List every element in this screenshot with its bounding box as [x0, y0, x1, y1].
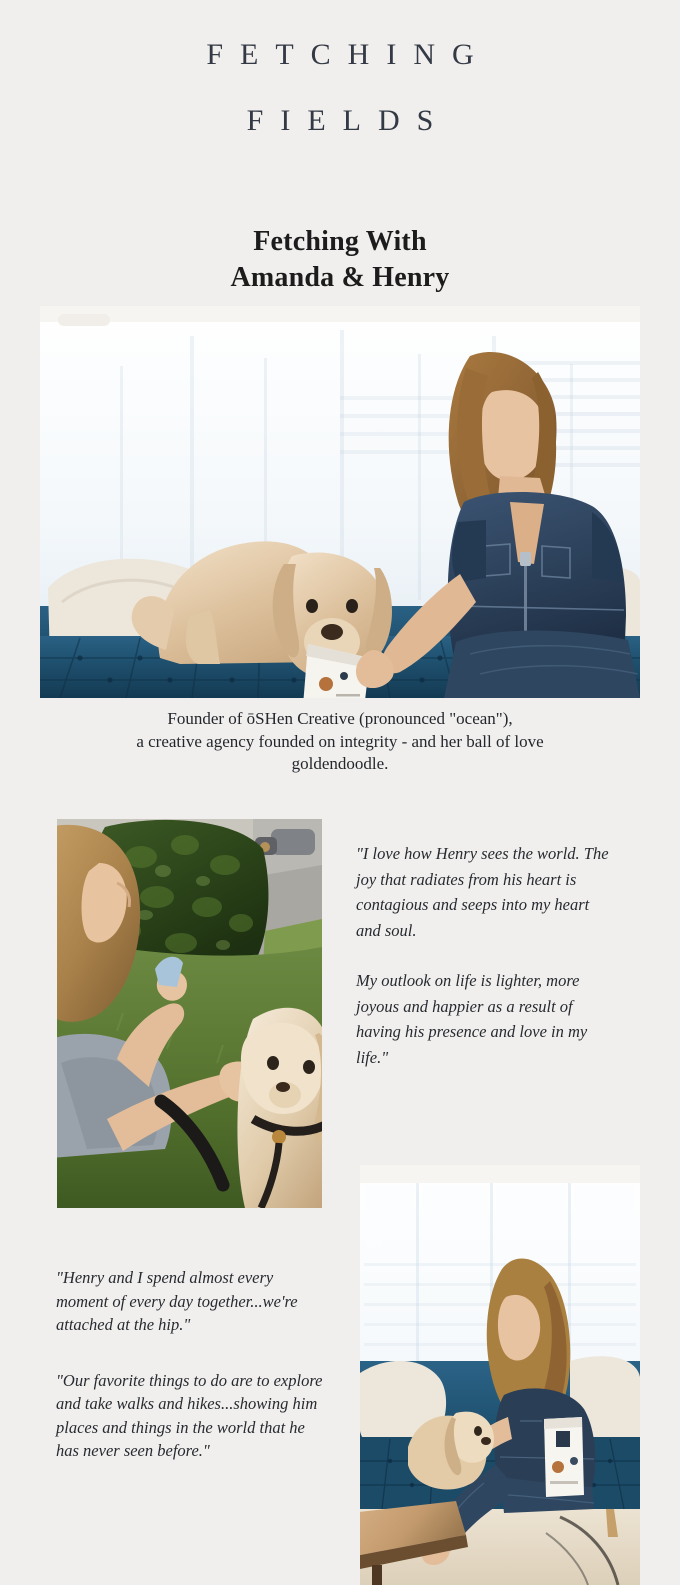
newsletter-page: FETCHING FIELDS Fetching With Amanda & H…	[0, 0, 680, 1585]
page-title: Fetching With Amanda & Henry	[0, 224, 680, 296]
hero-caption-line-1: Founder of ōSHen Creative (pronounced "o…	[167, 709, 513, 728]
page-title-line-1: Fetching With	[253, 225, 427, 257]
treat-bag-shape-livingroom	[544, 1417, 584, 1497]
quote-paragraph: "Our favorite things to do are to explor…	[56, 1370, 323, 1461]
livingroom-photo	[360, 1165, 640, 1585]
outdoor-photo	[57, 819, 322, 1208]
livingroom-photo-illustration	[360, 1165, 640, 1585]
quote-paragraph: My outlook on life is lighter, more joyo…	[356, 971, 588, 1067]
quote-block-secondary: "Henry and I spend almost every moment o…	[56, 1266, 326, 1463]
page-title-line-2: Amanda & Henry	[230, 261, 450, 293]
hero-photo	[40, 306, 640, 698]
quote-paragraph: "I love how Henry sees the world. The jo…	[356, 844, 609, 940]
hero-caption: Founder of ōSHen Creative (pronounced "o…	[40, 708, 640, 776]
hero-caption-line-2: a creative agency founded on integrity -…	[136, 731, 544, 751]
quote-paragraph: "Henry and I spend almost every moment o…	[56, 1268, 298, 1334]
outdoor-photo-illustration	[57, 819, 322, 1208]
dog-shape-outdoor	[237, 1007, 322, 1208]
hero-caption-line-3: goldendoodle.	[291, 754, 389, 773]
brand-line-1: FETCHING	[206, 38, 491, 71]
brand-wordmark: FETCHING FIELDS	[0, 22, 680, 154]
quote-block-primary: "I love how Henry sees the world. The jo…	[356, 841, 614, 1070]
brand-line-2: FIELDS	[246, 104, 451, 137]
hero-photo-illustration	[40, 306, 640, 698]
